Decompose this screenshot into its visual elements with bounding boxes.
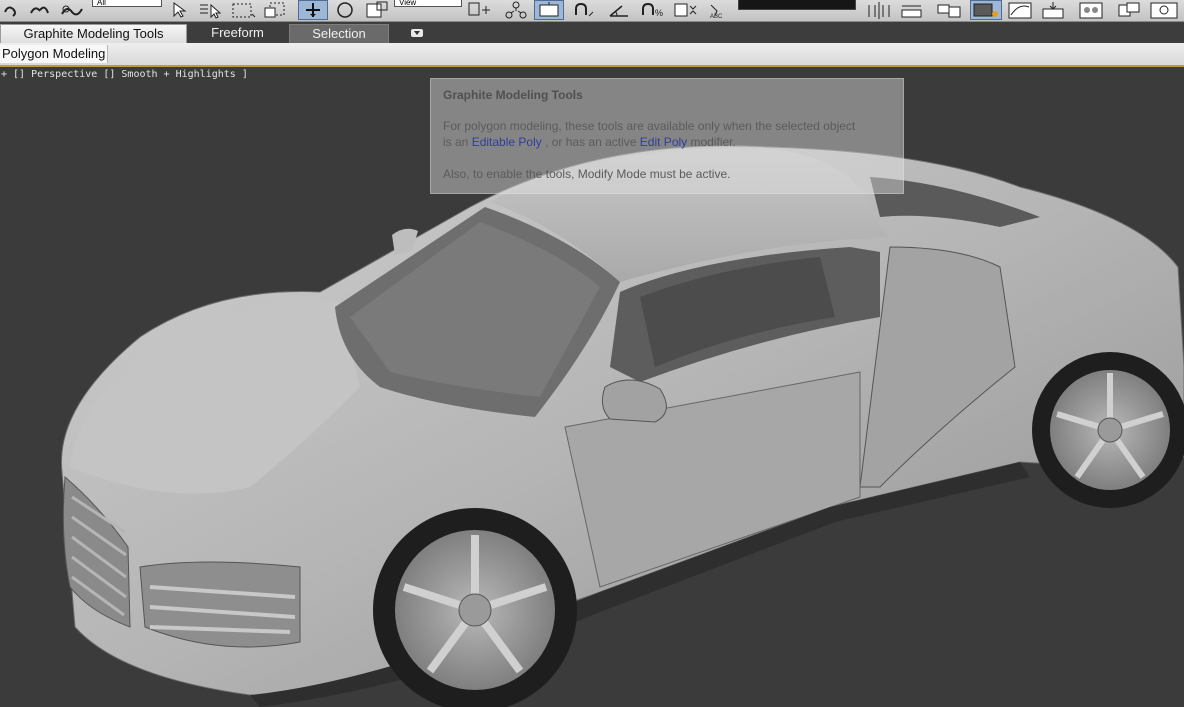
tab-graphite-modeling-tools[interactable]: Graphite Modeling Tools xyxy=(0,24,187,43)
layer-manager-icon[interactable] xyxy=(935,1,963,19)
reference-coordinate-dropdown[interactable]: View xyxy=(394,0,462,7)
use-pivot-center-icon[interactable] xyxy=(466,1,492,19)
percent-snap-icon[interactable]: % xyxy=(640,1,666,19)
keyboard-shortcut-override-icon[interactable] xyxy=(534,0,564,20)
tab-freeform[interactable]: Freeform xyxy=(190,24,285,42)
edit-named-selection-icon[interactable]: ABC xyxy=(708,1,730,19)
ribbon-panel-row: Polygon Modeling xyxy=(0,43,1184,67)
mirror-icon[interactable] xyxy=(866,1,892,19)
editable-poly-link[interactable]: Editable Poly xyxy=(472,135,542,149)
snaps-toggle-icon[interactable] xyxy=(572,1,602,19)
graphite-tools-tooltip: Graphite Modeling Tools For polygon mode… xyxy=(430,78,904,194)
unlink-icon[interactable] xyxy=(28,1,50,19)
render-setup-icon[interactable] xyxy=(1116,1,1142,19)
window-crossing-icon[interactable] xyxy=(262,1,288,19)
tooltip-line-3: Also, to enable the tools, Modify Mode m… xyxy=(443,167,731,181)
tooltip-title: Graphite Modeling Tools xyxy=(443,88,583,102)
svg-text:%: % xyxy=(655,8,663,18)
angle-snap-icon[interactable] xyxy=(606,1,634,19)
material-editor-icon[interactable] xyxy=(1077,1,1105,19)
polygon-modeling-panel-button[interactable]: Polygon Modeling xyxy=(0,45,109,63)
tooltip-line-2: is an Editable Poly , or has an active E… xyxy=(443,135,736,149)
select-by-name-icon[interactable] xyxy=(198,1,224,19)
tooltip-text: is an xyxy=(443,135,472,149)
ribbon-tab-bar: Graphite Modeling Tools Freeform Selecti… xyxy=(0,22,1184,44)
tab-selection[interactable]: Selection xyxy=(289,24,389,44)
named-selection-sets-dropdown[interactable] xyxy=(738,0,856,10)
edit-poly-link[interactable]: Edit Poly xyxy=(640,135,687,149)
curve-editor-icon[interactable] xyxy=(1006,1,1034,19)
spinner-snap-icon[interactable] xyxy=(672,1,698,19)
select-and-move-icon[interactable] xyxy=(298,0,328,20)
render-production-icon[interactable] xyxy=(1148,1,1182,19)
select-and-manipulate-icon[interactable] xyxy=(502,1,530,19)
svg-text:ABC: ABC xyxy=(710,14,723,19)
bind-space-warp-icon[interactable] xyxy=(60,1,84,19)
tooltip-line-1: For polygon modeling, these tools are av… xyxy=(443,119,856,133)
main-toolbar: All View % ABC xyxy=(0,0,1184,22)
tooltip-text: modifier. xyxy=(687,135,736,149)
select-and-scale-icon[interactable] xyxy=(365,1,391,19)
select-object-icon[interactable] xyxy=(170,1,190,19)
rectangular-selection-icon[interactable] xyxy=(230,1,258,19)
link-icon[interactable] xyxy=(2,1,20,19)
align-icon[interactable] xyxy=(899,1,925,19)
selection-filter-dropdown[interactable]: All xyxy=(92,0,162,7)
tooltip-text: , or has an active xyxy=(541,135,640,149)
select-and-rotate-icon[interactable] xyxy=(334,1,356,19)
graphite-modeling-tools-toggle-icon[interactable] xyxy=(970,0,1002,20)
schematic-view-icon[interactable] xyxy=(1040,1,1066,19)
ribbon-options-dropdown[interactable] xyxy=(411,29,423,37)
